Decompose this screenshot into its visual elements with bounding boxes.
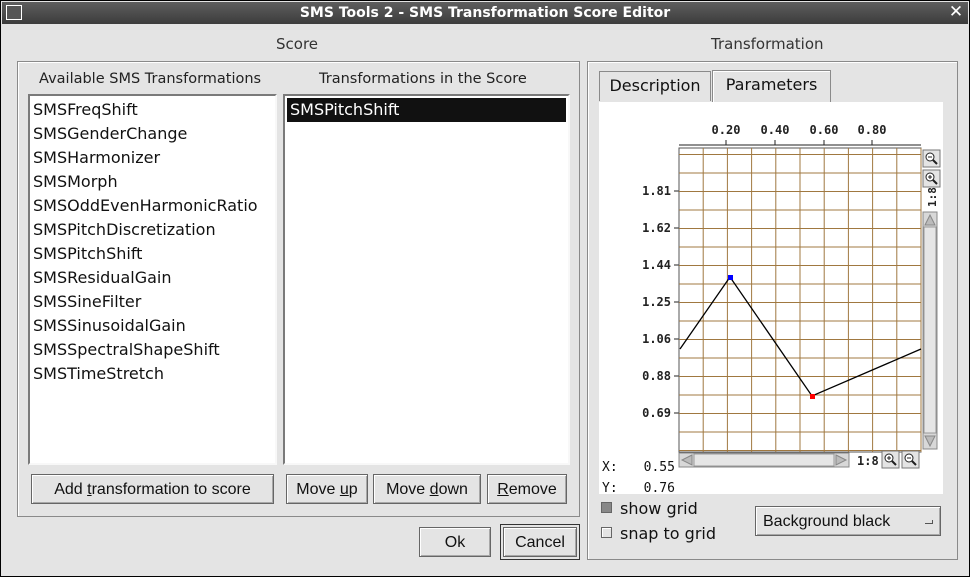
transformation-group-title: Transformation	[711, 35, 824, 53]
x-tick-label: 0.60	[810, 123, 839, 137]
tab-parameters[interactable]: Parameters	[712, 70, 831, 102]
x-readout: X: 0.55	[602, 460, 675, 475]
horizontal-scroll-thumb	[693, 453, 835, 467]
y-tick-label: 1.06	[642, 332, 671, 346]
horizontal-scrollbar[interactable]	[678, 452, 850, 468]
list-item[interactable]: SMSSpectralShapeShift	[30, 338, 275, 362]
x-tick-label: 0.40	[761, 123, 790, 137]
tab-description[interactable]: Description	[599, 71, 711, 101]
vertical-scroll-thumb	[923, 226, 937, 434]
score-group-title: Score	[276, 35, 319, 53]
list-item[interactable]: SMSPitchShift	[30, 242, 275, 266]
zoom-in-vertical-icon[interactable]	[922, 169, 941, 188]
list-item[interactable]: SMSTimeStretch	[30, 362, 275, 386]
zoom-out-vertical-icon[interactable]	[922, 149, 941, 168]
y-readout: Y: 0.76	[602, 481, 675, 496]
zoom-in-horizontal-icon[interactable]	[881, 450, 900, 469]
move-up-button[interactable]: Move up	[286, 474, 368, 504]
y-tick-label: 0.88	[642, 369, 671, 383]
close-icon[interactable]: ✕	[948, 4, 964, 21]
checkbox-unchecked-icon	[601, 527, 612, 538]
list-item[interactable]: SMSHarmonizer	[30, 146, 275, 170]
background-black-button[interactable]: Background black	[755, 506, 941, 536]
score-transformations-list[interactable]: SMSPitchShift	[283, 94, 570, 465]
checkbox-checked-icon	[601, 502, 612, 513]
vertical-zoom-label: 1:8	[926, 187, 939, 207]
move-down-button[interactable]: Move down	[373, 474, 481, 504]
show-grid-checkbox[interactable]: show grid	[601, 499, 698, 518]
list-item[interactable]: SMSResidualGain	[30, 266, 275, 290]
list-item[interactable]: SMSOddEvenHarmonicRatio	[30, 194, 275, 218]
list-item[interactable]: SMSFreqShift	[30, 98, 275, 122]
ok-button[interactable]: Ok	[419, 527, 491, 557]
window-title: SMS Tools 2 - SMS Transformation Score E…	[299, 5, 671, 21]
window-menu-icon[interactable]	[6, 5, 22, 20]
x-tick-label: 0.80	[858, 123, 887, 137]
list-item[interactable]: SMSMorph	[30, 170, 275, 194]
parameter-graph-panel: 0.20 0.40 0.60 0.80 1.81 1.62 1.44 1.25 1.06 0.8…	[599, 102, 943, 496]
list-item[interactable]: SMSPitchShift	[287, 98, 566, 122]
snap-to-grid-checkbox[interactable]: snap to grid	[601, 524, 716, 543]
list-item[interactable]: SMSPitchDiscretization	[30, 218, 275, 242]
available-transformations-list[interactable]: SMSFreqShift SMSGenderChange SMSHarmonizer…	[28, 94, 277, 465]
curve-point-selected[interactable]	[728, 275, 733, 280]
x-tick-label: 0.20	[712, 123, 741, 137]
available-list-header: Available SMS Transformations	[39, 71, 262, 87]
horizontal-zoom-label: 1:8	[857, 454, 879, 468]
main-window: SMS Tools 2 - SMS Transformation Score E…	[0, 0, 970, 577]
parameter-graph[interactable]: 0.20 0.40 0.60 0.80 1.81 1.62 1.44 1.25 1.06 0.8…	[599, 102, 943, 494]
y-tick-label: 1.81	[642, 184, 671, 198]
y-tick-label: 1.44	[642, 258, 671, 272]
list-item[interactable]: SMSSineFilter	[30, 290, 275, 314]
menu-indicator-icon	[925, 520, 933, 524]
remove-button[interactable]: Remove	[487, 474, 567, 504]
list-item[interactable]: SMSGenderChange	[30, 122, 275, 146]
cancel-button[interactable]: Cancel	[500, 524, 580, 560]
y-tick-label: 1.25	[642, 295, 671, 309]
zoom-out-horizontal-icon[interactable]	[901, 450, 920, 469]
curve-point-active[interactable]	[810, 394, 815, 399]
title-bar[interactable]: SMS Tools 2 - SMS Transformation Score E…	[2, 2, 968, 24]
score-list-header: Transformations in the Score	[319, 71, 527, 87]
add-transformation-button[interactable]: Add transformation to score	[31, 474, 274, 504]
y-tick-label: 1.62	[642, 221, 671, 235]
list-item[interactable]: SMSSinusoidalGain	[30, 314, 275, 338]
y-tick-label: 0.69	[642, 406, 671, 420]
vertical-scrollbar[interactable]	[922, 211, 938, 450]
